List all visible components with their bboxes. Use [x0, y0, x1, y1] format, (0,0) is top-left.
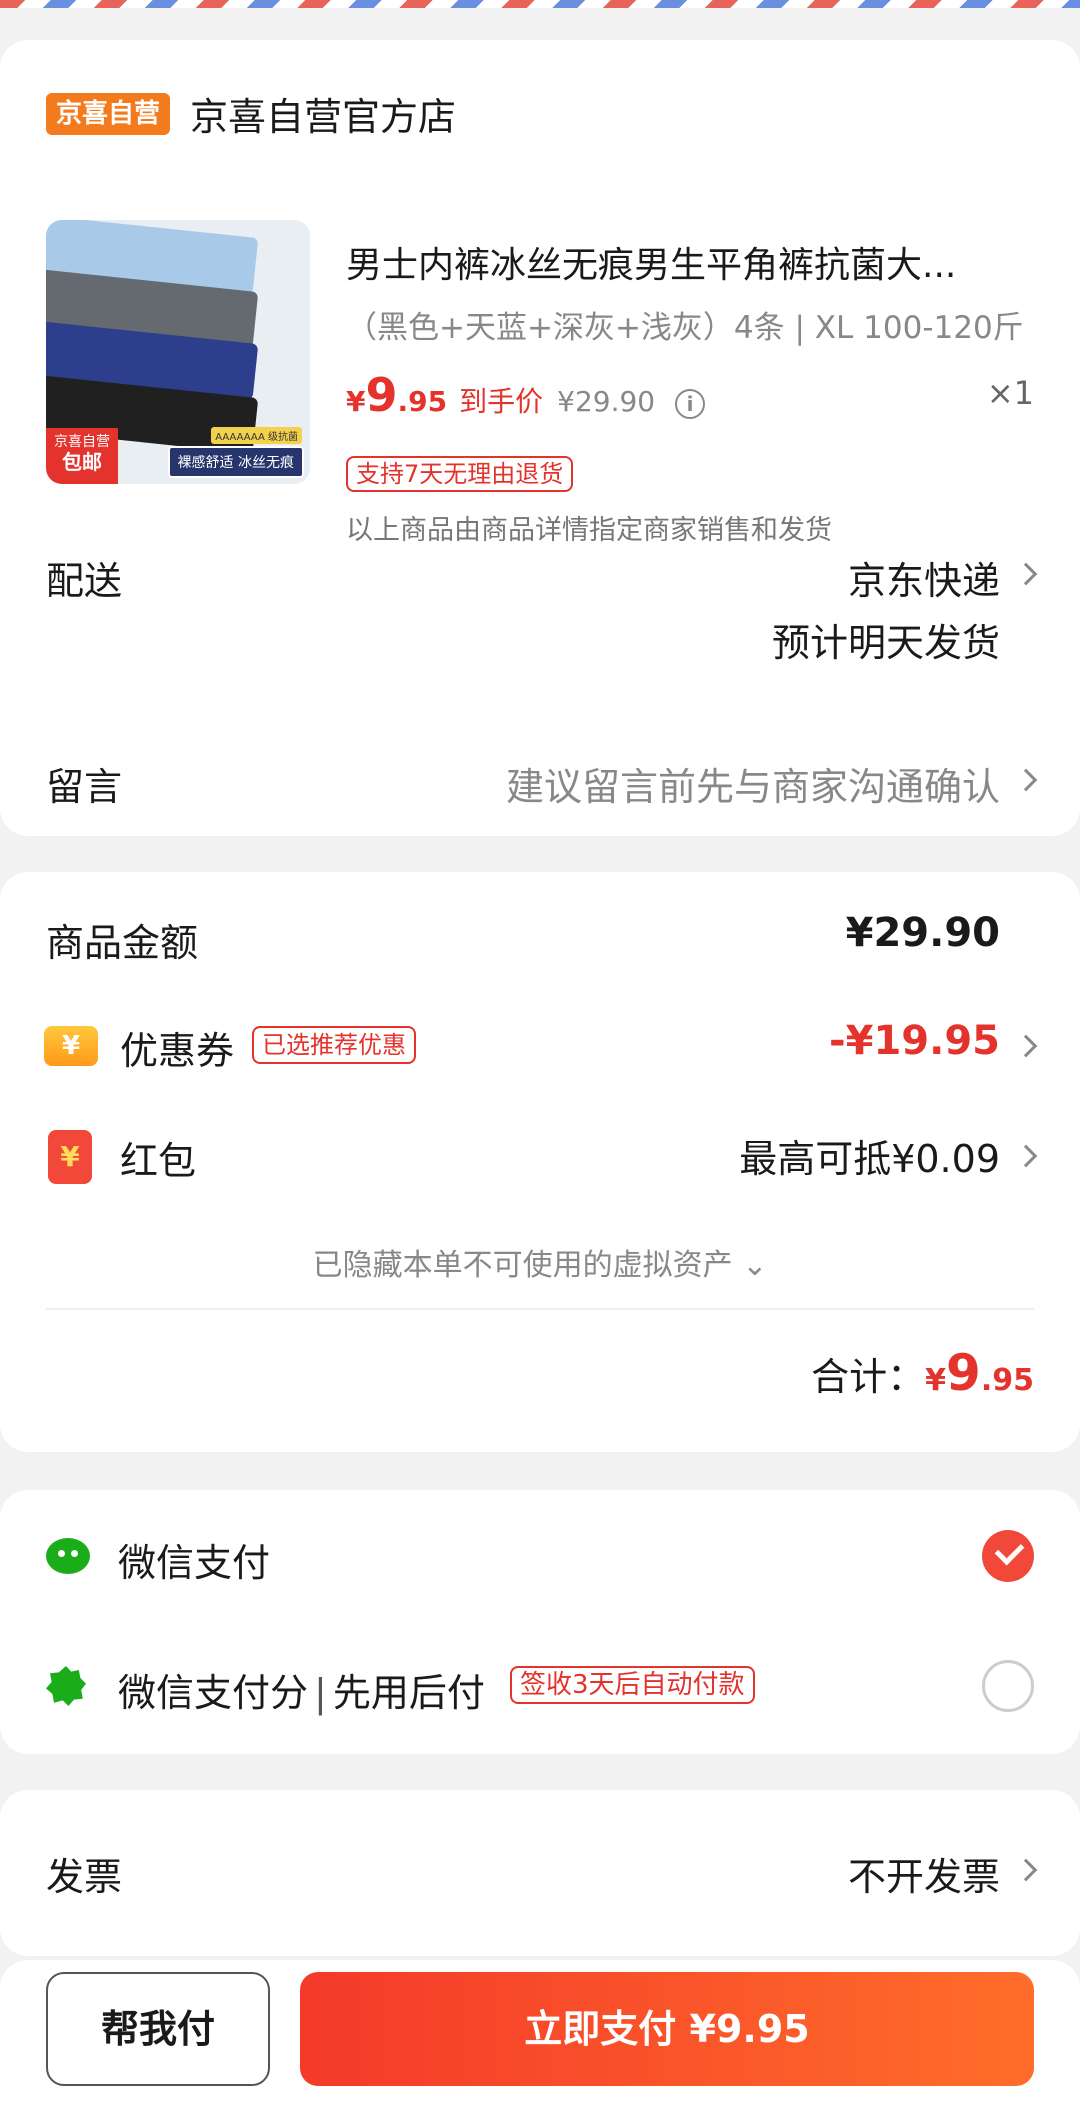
coupon-label[interactable]: 优惠券 — [120, 1020, 234, 1075]
original-price: ¥29.90 — [557, 385, 656, 418]
thumb-promo-line2: 包邮 — [62, 450, 102, 474]
final-price-label: 到手价 — [459, 385, 544, 418]
wechat-pay-radio-checked[interactable] — [982, 1530, 1034, 1582]
wechat-pay-label[interactable]: 微信支付 — [118, 1532, 270, 1587]
chevron-right-icon[interactable] — [1014, 1034, 1038, 1058]
pay-later-tag: 签收3天后自动付款 — [510, 1666, 755, 1704]
chevron-right-icon[interactable] — [1014, 1144, 1038, 1168]
delivery-eta: 预计明天发货 — [771, 621, 1000, 665]
wechat-pay-score-label[interactable]: 微信支付分 | 先用后付 — [118, 1662, 485, 1717]
return-policy-tag: 支持7天无理由退货 — [346, 456, 574, 492]
message-input[interactable]: 建议留言前先与商家沟通确认 — [506, 756, 1000, 811]
total-row: 合计： ¥9.95 — [811, 1344, 1034, 1402]
chevron-right-icon[interactable] — [1014, 1858, 1038, 1882]
seller-note: 以上商品由商品详情指定商家销售和发货 — [346, 515, 832, 546]
info-icon[interactable]: i — [675, 389, 706, 419]
invoice-card[interactable]: 发票 不开发票 — [0, 1790, 1080, 1956]
invoice-value[interactable]: 不开发票 — [848, 1846, 1000, 1901]
final-price: ¥9.95 — [346, 368, 447, 422]
wechat-pay-score-radio[interactable] — [982, 1660, 1034, 1712]
price-symbol: ¥ — [346, 385, 366, 418]
delivery-label: 配送 — [46, 559, 123, 603]
invoice-label: 发票 — [46, 1855, 123, 1899]
payment-card: 微信支付 微信支付分 | 先用后付 签收3天后自动付款 — [0, 1490, 1080, 1754]
pay-score-separator: | — [314, 1671, 327, 1715]
thumb-grade-tag: AAAAAAA 级抗菌 — [211, 427, 302, 444]
coupon-value[interactable]: -¥19.95 — [829, 1018, 1000, 1064]
red-packet-icon: ¥ — [48, 1130, 92, 1184]
wechat-pay-icon — [46, 1538, 90, 1574]
bottom-action-bar: 帮我付 立即支付 ¥9.95 — [0, 1960, 1080, 2101]
red-packet-label[interactable]: 红包 — [120, 1130, 196, 1185]
chevron-right-icon[interactable] — [1014, 562, 1038, 586]
shop-header[interactable]: 京喜自营 京喜自营官方店 — [46, 86, 456, 141]
total-price: ¥9.95 — [925, 1344, 1034, 1402]
message-label: 留言 — [46, 765, 123, 809]
thumb-feature-tag: 裸感舒适 冰丝无痕 — [167, 446, 304, 478]
order-item-card: 京喜自营 京喜自营官方店 AAAAAAA 级抗菌 京喜自营 包邮 裸感舒适 冰丝… — [0, 40, 1080, 836]
pay-score-name: 微信支付分 — [118, 1671, 309, 1715]
price-integer: 9 — [365, 368, 398, 422]
goods-amount-value: ¥29.90 — [845, 910, 1000, 956]
top-decorative-border — [0, 0, 1080, 8]
coupon-icon: ¥ — [44, 1026, 98, 1066]
thumb-promo-line1: 京喜自营 — [54, 434, 110, 450]
wechat-pay-score-icon — [46, 1666, 86, 1706]
price-row: ¥9.95 到手价 ¥29.90 i — [346, 368, 706, 422]
quantity: ×1 — [986, 374, 1034, 412]
total-decimal: .95 — [980, 1363, 1034, 1398]
total-integer: 9 — [946, 1344, 981, 1402]
shop-name[interactable]: 京喜自营官方店 — [190, 86, 456, 141]
delivery-method[interactable]: 京东快递 — [848, 550, 1000, 605]
help-me-pay-button[interactable]: 帮我付 — [46, 1972, 270, 2086]
price-decimal: .95 — [397, 385, 448, 418]
product-spec[interactable]: （黑色+天蓝+深灰+浅灰）4条 | XL 100-120斤 — [346, 302, 1046, 347]
coupon-selected-tag: 已选推荐优惠 — [252, 1026, 416, 1064]
chevron-right-icon[interactable] — [1014, 768, 1038, 792]
total-label: 合计： — [811, 1355, 926, 1399]
pay-now-button[interactable]: 立即支付 ¥9.95 — [300, 1972, 1034, 2086]
thumb-promo-tag: 京喜自营 包邮 — [46, 428, 118, 484]
pay-later-label: 先用后付 — [332, 1671, 485, 1715]
goods-amount-label: 商品金额 — [46, 921, 199, 965]
total-symbol: ¥ — [925, 1363, 947, 1398]
divider — [46, 1308, 1034, 1310]
product-title[interactable]: 男士内裤冰丝无痕男生平角裤抗菌大... — [346, 236, 1036, 288]
hidden-assets-toggle[interactable]: 已隐藏本单不可使用的虚拟资产 ⌄ — [0, 1240, 1080, 1284]
product-thumbnail[interactable]: AAAAAAA 级抗菌 京喜自营 包邮 裸感舒适 冰丝无痕 — [46, 220, 310, 484]
shop-badge: 京喜自营 — [46, 92, 171, 135]
red-packet-value[interactable]: 最高可抵¥0.09 — [739, 1128, 1000, 1183]
